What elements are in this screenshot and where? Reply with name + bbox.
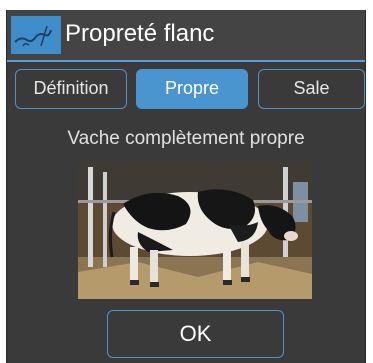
tab-sale[interactable]: Sale bbox=[258, 69, 365, 109]
brand-logo-icon bbox=[11, 16, 61, 54]
tab-propre[interactable]: Propre bbox=[136, 69, 248, 109]
tab-bar: Définition Propre Sale bbox=[7, 69, 365, 111]
dialog-title: Propreté flanc bbox=[65, 20, 215, 47]
tab-definition[interactable]: Définition bbox=[15, 69, 127, 109]
image-caption: Vache complètement propre bbox=[67, 128, 305, 149]
cow-photo bbox=[78, 162, 312, 299]
dialog: Propreté flanc Définition Propre Sale Va… bbox=[6, 10, 366, 363]
ok-button[interactable]: OK bbox=[107, 310, 284, 358]
title-bar: Propreté flanc bbox=[7, 10, 365, 62]
